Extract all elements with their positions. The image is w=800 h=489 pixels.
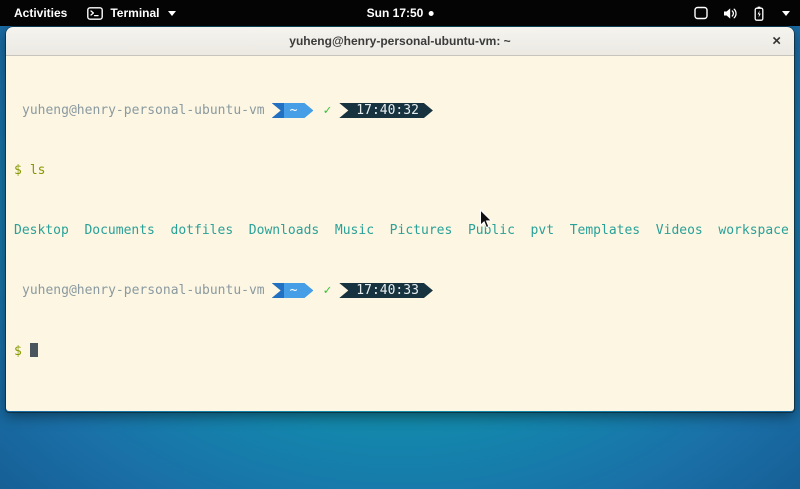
prompt-user: yuheng@henry-personal-ubuntu-vm (22, 103, 265, 118)
prompt-status-check: ✓ (323, 283, 331, 298)
prompt-user: yuheng@henry-personal-ubuntu-vm (22, 283, 265, 298)
prompt-symbol: $ (14, 163, 22, 178)
app-menu-terminal[interactable]: Terminal (87, 6, 176, 20)
desktop: Activities Terminal Sun 17:50 (0, 0, 800, 489)
activities-button[interactable]: Activities (10, 4, 71, 22)
input-line: $ (14, 343, 794, 358)
prompt-cwd-segment: ~ (272, 283, 314, 298)
prompt-cwd-segment: ~ (272, 103, 314, 118)
ls-output: Desktop Documents dotfiles Downloads Mus… (14, 223, 794, 238)
prompt-time-segment: 17:40:33 (339, 283, 433, 298)
system-status-menu[interactable] (694, 0, 790, 26)
chevron-down-icon (168, 11, 176, 16)
window-titlebar[interactable]: yuheng@henry-personal-ubuntu-vm: ~ × (6, 27, 794, 56)
prompt-line: yuheng@henry-personal-ubuntu-vm ~ ✓ 17:4… (14, 103, 794, 118)
terminal-content[interactable]: yuheng@henry-personal-ubuntu-vm ~ ✓ 17:4… (6, 56, 794, 411)
terminal-cursor (30, 343, 38, 357)
command-line: $ ls (14, 163, 794, 178)
notification-dot (428, 11, 433, 16)
top-bar: Activities Terminal Sun 17:50 (0, 0, 800, 26)
mouse-cursor-icon (479, 209, 494, 236)
app-menu-label: Terminal (110, 6, 159, 20)
terminal-icon (87, 7, 103, 20)
terminal-window: yuheng@henry-personal-ubuntu-vm: ~ × yuh… (6, 27, 794, 412)
clock-button[interactable]: Sun 17:50 (367, 0, 434, 26)
close-icon[interactable]: × (772, 34, 781, 49)
window-title: yuheng@henry-personal-ubuntu-vm: ~ (289, 34, 510, 48)
clock-label: Sun 17:50 (367, 6, 424, 20)
prompt-status-check: ✓ (323, 103, 331, 118)
screen-icon (694, 6, 708, 20)
prompt-time-segment: 17:40:32 (339, 103, 433, 118)
volume-icon (723, 7, 738, 20)
command-text: ls (30, 163, 46, 178)
chevron-down-icon (782, 11, 790, 16)
prompt-line: yuheng@henry-personal-ubuntu-vm ~ ✓ 17:4… (14, 283, 794, 298)
prompt-symbol: $ (14, 344, 22, 359)
battery-charging-icon (753, 6, 765, 21)
